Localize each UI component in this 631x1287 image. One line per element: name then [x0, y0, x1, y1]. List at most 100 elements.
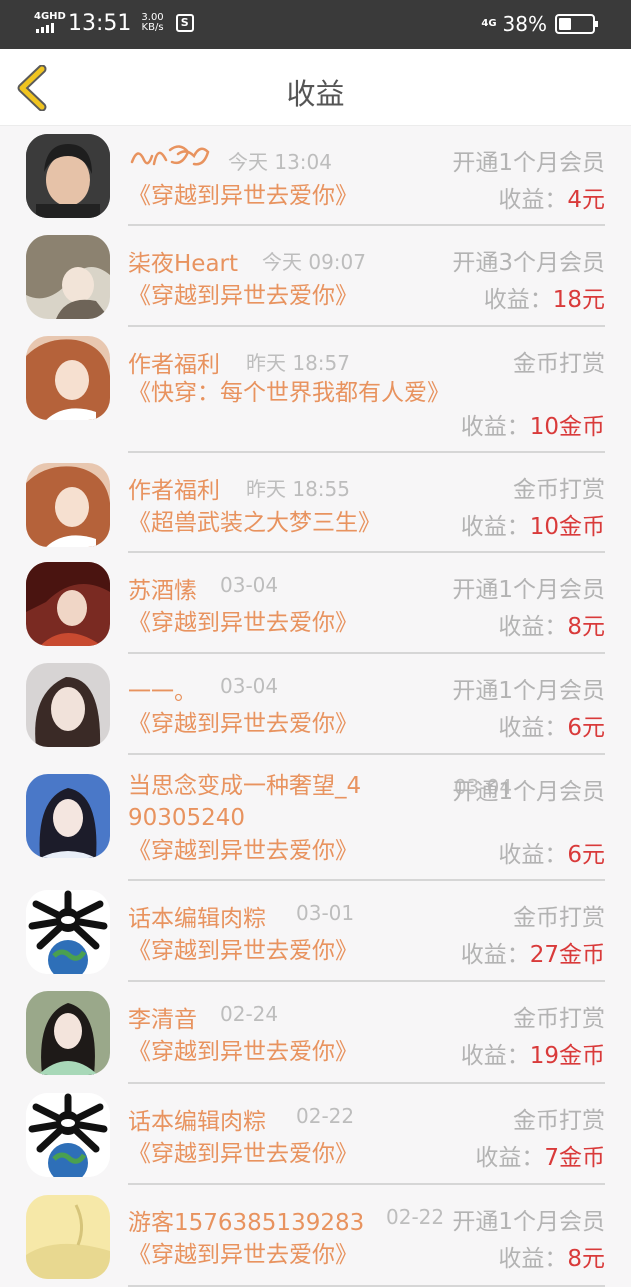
vpn-icon: S	[175, 14, 194, 32]
record-type: 开通1个月会员	[452, 577, 605, 603]
battery-percent: 38%	[502, 12, 547, 36]
speed-unit: KB/s	[141, 22, 164, 33]
record-time: 03-04	[220, 573, 279, 597]
record-type: 金币打赏	[513, 1006, 605, 1032]
avatar	[26, 991, 110, 1075]
status-time: 13:51	[68, 10, 132, 36]
record-time: 03-04	[220, 674, 279, 698]
book-title[interactable]: 《穿越到异世去爱你》	[128, 1036, 358, 1068]
avatar	[26, 890, 110, 974]
earning-label: 收益：	[460, 514, 530, 540]
earning-label: 收益：	[498, 614, 568, 640]
user-name: 柒夜Heart	[128, 251, 239, 277]
list-item[interactable]: 今天 13:04 开通1个月会员 《穿越到异世去爱你》 收益：4元	[0, 126, 631, 226]
list-item[interactable]: 苏酒愫 03-04 开通1个月会员 《穿越到异世去爱你》 收益：8元	[0, 553, 631, 654]
avatar	[26, 562, 110, 646]
list-item[interactable]: 一一。 03-04 开通1个月会员 《穿越到异世去爱你》 收益：6元	[0, 654, 631, 755]
list-item[interactable]: 作者福利 昨天 18:57 金币打赏 《快穿：每个世界我都有人爱》 收益：10金…	[0, 327, 631, 453]
list-item[interactable]: 话本编辑肉粽 02-22 金币打赏 《穿越到异世去爱你》 收益：7金币	[0, 1084, 631, 1185]
record-type: 金币打赏	[513, 1108, 605, 1134]
avatar	[26, 463, 110, 547]
record-time: 02-22	[386, 1205, 445, 1229]
book-title[interactable]: 《穿越到异世去爱你》	[128, 835, 358, 867]
record-content: 一一。 03-04 开通1个月会员 《穿越到异世去爱你》 收益：6元	[128, 654, 605, 755]
user-name: 游客1576385139283	[128, 1210, 365, 1236]
earning-label: 收益：	[483, 287, 553, 313]
user-name: 当思念变成一种奢望_490305240	[128, 773, 362, 831]
earning-amount: 8元	[567, 1246, 605, 1272]
record-content: 当思念变成一种奢望_490305240 03-04 开通1个月会员 《穿越到异世…	[128, 755, 605, 881]
record-time: 03-01	[296, 901, 355, 925]
list-item[interactable]: 当思念变成一种奢望_490305240 03-04 开通1个月会员 《穿越到异世…	[0, 755, 631, 881]
user-name: 李清音	[128, 1007, 197, 1033]
record-content: 作者福利 昨天 18:55 金币打赏 《超兽武装之大梦三生》 收益：10金币	[128, 453, 605, 553]
avatar	[26, 336, 110, 420]
avatar	[26, 663, 110, 747]
earning-label: 收益：	[460, 414, 530, 440]
list-item[interactable]: 作者福利 昨天 18:55 金币打赏 《超兽武装之大梦三生》 收益：10金币	[0, 453, 631, 553]
record-content: 今天 13:04 开通1个月会员 《穿越到异世去爱你》 收益：4元	[128, 126, 605, 226]
earning: 收益：6元	[498, 835, 605, 869]
record-time: 昨天 18:55	[246, 477, 350, 501]
record-type: 金币打赏	[513, 905, 605, 931]
book-title[interactable]: 《快穿：每个世界我都有人爱》	[128, 377, 450, 409]
earning: 收益：27金币	[461, 935, 605, 969]
record-content: 游客1576385139283 02-22 开通1个月会员 《穿越到异世去爱你》…	[128, 1185, 605, 1287]
battery-fill	[559, 18, 571, 30]
record-content: 柒夜Heart 今天 09:07 开通3个月会员 《穿越到异世去爱你》 收益：1…	[128, 226, 605, 327]
earning-amount: 4元	[567, 187, 605, 213]
book-title[interactable]: 《穿越到异世去爱你》	[128, 180, 358, 212]
earning: 收益：8元	[498, 607, 605, 641]
earning-amount: 6元	[567, 842, 605, 868]
earning-amount: 7金币	[544, 1145, 605, 1171]
avatar	[26, 1195, 110, 1279]
record-type: 金币打赏	[513, 351, 605, 377]
page-title: 收益	[286, 77, 345, 111]
user-name: 作者福利	[128, 478, 220, 504]
user-name: 苏酒愫	[128, 578, 197, 604]
earning: 收益：18元	[484, 280, 605, 314]
earning-amount: 27金币	[529, 942, 605, 968]
network-label: 4GHD	[34, 11, 66, 22]
record-time: 今天 13:04	[228, 150, 332, 174]
book-title[interactable]: 《穿越到异世去爱你》	[128, 607, 358, 639]
earning-amount: 6元	[567, 715, 605, 741]
network-speed: 3.00 KB/s	[141, 13, 163, 33]
list-item[interactable]: 柒夜Heart 今天 09:07 开通3个月会员 《穿越到异世去爱你》 收益：1…	[0, 226, 631, 327]
decorative-name-icon	[130, 145, 210, 166]
battery-icon	[555, 14, 598, 34]
record-content: 话本编辑肉粽 02-22 金币打赏 《穿越到异世去爱你》 收益：7金币	[128, 1084, 605, 1185]
record-content: 话本编辑肉粽 03-01 金币打赏 《穿越到异世去爱你》 收益：27金币	[128, 881, 605, 982]
earnings-list: 今天 13:04 开通1个月会员 《穿越到异世去爱你》 收益：4元 柒夜Hear…	[0, 126, 631, 1287]
earning-label: 收益：	[475, 1145, 545, 1171]
list-item[interactable]: 游客1576385139283 02-22 开通1个月会员 《穿越到异世去爱你》…	[0, 1185, 631, 1287]
network-4g-icon: 4G	[481, 18, 497, 29]
record-type: 开通3个月会员	[452, 250, 605, 276]
earning-label: 收益：	[460, 1043, 530, 1069]
record-time: 今天 09:07	[262, 250, 366, 274]
earning: 收益：7金币	[475, 1138, 605, 1172]
avatar	[26, 235, 110, 319]
book-title[interactable]: 《穿越到异世去爱你》	[128, 708, 358, 740]
user-name: 作者福利	[128, 352, 220, 378]
book-title[interactable]: 《穿越到异世去爱你》	[128, 935, 358, 967]
earning-label: 收益：	[498, 842, 568, 868]
book-title[interactable]: 《穿越到异世去爱你》	[128, 1239, 358, 1271]
record-time: 02-22	[296, 1104, 355, 1128]
record-time: 02-24	[220, 1002, 279, 1026]
list-item[interactable]: 话本编辑肉粽 03-01 金币打赏 《穿越到异世去爱你》 收益：27金币	[0, 881, 631, 982]
book-title[interactable]: 《超兽武装之大梦三生》	[128, 507, 381, 539]
status-bar: 4GHD 13:51 3.00 KB/s S 4G 38%	[0, 0, 631, 49]
record-time: 昨天 18:57	[246, 351, 350, 375]
record-type: 开通1个月会员	[452, 678, 605, 704]
earning: 收益：10金币	[461, 407, 605, 441]
user-name: 话本编辑肉粽	[128, 906, 266, 932]
earning-label: 收益：	[498, 1246, 568, 1272]
book-title[interactable]: 《穿越到异世去爱你》	[128, 1138, 358, 1170]
record-content: 苏酒愫 03-04 开通1个月会员 《穿越到异世去爱你》 收益：8元	[128, 553, 605, 654]
book-title[interactable]: 《穿越到异世去爱你》	[128, 280, 358, 312]
earning-label: 收益：	[498, 715, 568, 741]
record-type: 金币打赏	[513, 477, 605, 503]
earning-amount: 10金币	[529, 514, 605, 540]
list-item[interactable]: 李清音 02-24 金币打赏 《穿越到异世去爱你》 收益：19金币	[0, 982, 631, 1084]
